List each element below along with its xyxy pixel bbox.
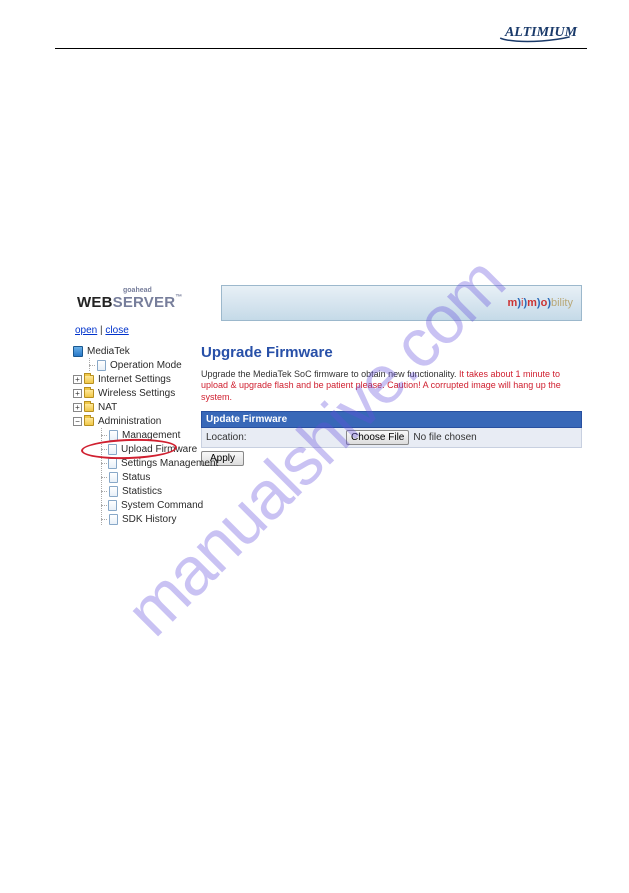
page-icon xyxy=(108,458,117,468)
page-icon xyxy=(108,514,118,524)
page-title: Upgrade Firmware xyxy=(201,344,582,361)
location-label: Location: xyxy=(206,432,346,443)
trademark: ™ xyxy=(175,294,182,301)
webserver-logo: goahead WEBSERVER™ xyxy=(73,285,221,321)
page-icon xyxy=(108,444,117,454)
page-icon xyxy=(108,500,117,510)
page-icon xyxy=(108,472,118,482)
tree-item-management[interactable]: Management xyxy=(73,428,197,442)
folder-icon xyxy=(84,416,94,426)
tree-item-administration[interactable]: − Administration xyxy=(73,414,197,428)
open-all-link[interactable]: open xyxy=(75,325,97,336)
page-icon xyxy=(96,360,106,370)
server-text: SERVER xyxy=(113,294,176,311)
web-text: WEB xyxy=(77,294,113,311)
choose-file-button[interactable]: Choose File xyxy=(346,430,409,445)
brand-logo: ALTIMIUM xyxy=(495,20,587,44)
folder-icon xyxy=(84,374,94,384)
banner-area: m)i)m)o)bility xyxy=(221,285,582,321)
page-icon xyxy=(108,430,118,440)
tree-item-statistics[interactable]: Statistics xyxy=(73,484,197,498)
tree-item-internet-settings[interactable]: + Internet Settings xyxy=(73,372,197,386)
plus-icon[interactable]: + xyxy=(73,389,82,398)
page-description: Upgrade the MediaTek SoC firmware to obt… xyxy=(201,369,582,403)
page-icon xyxy=(108,486,118,496)
nav-tree: MediaTek Operation Mode + Internet Setti… xyxy=(73,344,197,526)
folder-icon xyxy=(84,402,94,412)
tree-item-operation-mode[interactable]: Operation Mode xyxy=(73,358,197,372)
tree-item-wireless-settings[interactable]: + Wireless Settings xyxy=(73,386,197,400)
plus-icon[interactable]: + xyxy=(73,375,82,384)
minus-icon[interactable]: − xyxy=(73,417,82,426)
tree-item-settings-management[interactable]: Settings Management xyxy=(73,456,197,470)
tree-controls: open | close xyxy=(73,321,582,344)
tree-item-system-command[interactable]: System Command xyxy=(73,498,197,512)
goahead-text: goahead xyxy=(123,287,217,294)
tree-item-status[interactable]: Status xyxy=(73,470,197,484)
web-admin-ui: goahead WEBSERVER™ m)i)m)o)bility open |… xyxy=(73,285,582,526)
tree-item-sdk-history[interactable]: SDK History xyxy=(73,512,197,526)
top-banner: goahead WEBSERVER™ m)i)m)o)bility xyxy=(73,285,582,321)
location-row: Location: Choose File No file chosen xyxy=(201,428,582,448)
tree-item-nat[interactable]: + NAT xyxy=(73,400,197,414)
plus-icon[interactable]: + xyxy=(73,403,82,412)
root-icon xyxy=(73,346,83,356)
tree-root-mediatek[interactable]: MediaTek xyxy=(73,344,197,358)
brand-text: ALTIMIUM xyxy=(504,25,578,40)
no-file-text: No file chosen xyxy=(409,432,476,443)
tree-item-upload-firmware[interactable]: Upload Firmware xyxy=(73,442,197,456)
mimo-logo: m)i)m)o)bility xyxy=(508,297,573,309)
folder-icon xyxy=(84,388,94,398)
content-area: Upgrade Firmware Upgrade the MediaTek So… xyxy=(197,344,582,526)
section-header: Update Firmware xyxy=(201,411,582,428)
close-all-link[interactable]: close xyxy=(105,325,128,336)
header-rule xyxy=(55,48,587,49)
